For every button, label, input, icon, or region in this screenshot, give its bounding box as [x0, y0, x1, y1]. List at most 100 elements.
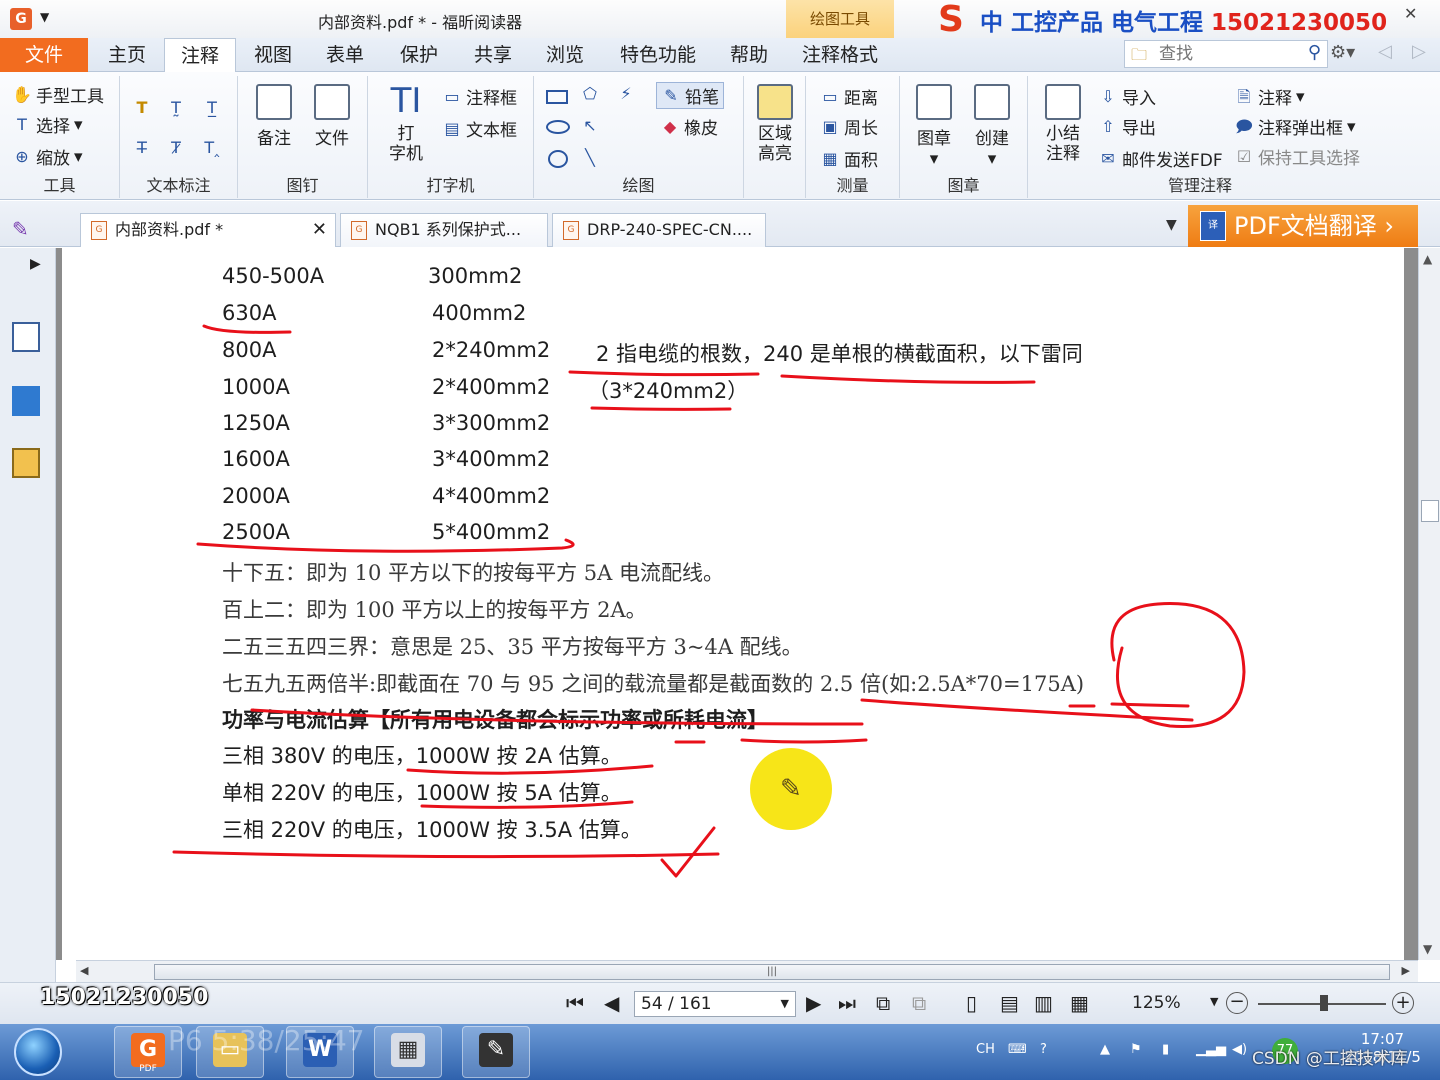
last-page-icon[interactable]: ⏭	[838, 991, 856, 1015]
keep-tool-selected-checkbox[interactable]: ☑ 保持工具选择	[1234, 144, 1360, 170]
horizontal-scrollbar[interactable]: ◀ ||| ▶	[76, 960, 1418, 982]
document-viewport[interactable]: 450-500A 300mm2 630A 400mm2 800A 2*240mm…	[56, 248, 1418, 960]
distance-button[interactable]: ▭ 距离	[820, 84, 878, 110]
textbox-button[interactable]: ▤ 文本框	[442, 116, 517, 142]
search-icon[interactable]: ⚲	[1308, 42, 1321, 63]
search-box[interactable]: 🗀 ⚲	[1124, 40, 1328, 68]
expand-pane-icon[interactable]: ▶	[30, 256, 41, 272]
tray-expand-icon[interactable]: ▲	[1100, 1042, 1110, 1057]
flag-icon[interactable]: ⚑	[1130, 1042, 1142, 1057]
help-icon[interactable]: ?	[1040, 1042, 1047, 1057]
oval-tool-icon[interactable]	[546, 120, 570, 134]
vertical-scroll-thumb[interactable]	[1421, 500, 1439, 522]
tray-language[interactable]: CH	[976, 1042, 995, 1057]
foxit-app-icon[interactable]: G	[10, 8, 32, 30]
tabs-dropdown-icon[interactable]: ▼	[1166, 217, 1177, 233]
context-tab-drawing-tools[interactable]: 绘图工具	[786, 0, 894, 38]
prev-page-icon[interactable]: ◀	[604, 991, 619, 1015]
next-view-icon[interactable]: ⧉	[912, 991, 926, 1015]
volume-icon[interactable]: ◀)	[1232, 1042, 1247, 1057]
zoom-slider-knob[interactable]	[1320, 995, 1328, 1011]
search-input[interactable]	[1159, 44, 1299, 64]
tab-form[interactable]: 表单	[314, 38, 376, 72]
stamp-button[interactable]: 图章 ▾	[912, 84, 956, 169]
note-button[interactable]: 备注	[252, 84, 296, 149]
scroll-down-icon[interactable]: ▼	[1423, 942, 1432, 956]
facing-icon[interactable]: ▥	[1034, 991, 1053, 1015]
doc-tab-drp240[interactable]: G DRP-240-SPEC-CN....	[552, 213, 766, 247]
taskbar-calculator[interactable]: ▦	[374, 1026, 442, 1078]
squiggly-text-button[interactable]: T̰	[166, 98, 186, 118]
continuous-facing-icon[interactable]: ▦	[1070, 991, 1089, 1015]
tab-file[interactable]: 文件	[0, 38, 88, 72]
close-icon[interactable]: ✕	[1404, 4, 1417, 23]
keyboard-icon[interactable]: ⌨	[1008, 1042, 1027, 1057]
comments-dropdown[interactable]: 🗎 注释 ▾	[1234, 84, 1305, 110]
previous-view-icon[interactable]: ⧉	[876, 991, 890, 1015]
circle-tool-icon[interactable]	[548, 150, 568, 168]
zoom-dropdown-icon[interactable]: ▼	[1210, 995, 1218, 1008]
tab-view[interactable]: 视图	[242, 38, 304, 72]
tab-protect[interactable]: 保护	[388, 38, 450, 72]
insert-text-button[interactable]: T‸	[202, 138, 222, 158]
hand-tool-button[interactable]: ✋ 手型工具	[12, 82, 104, 108]
file-attach-button[interactable]: 文件	[310, 84, 354, 149]
rectangle-tool-icon[interactable]	[546, 90, 568, 104]
tab-comment[interactable]: 注释	[164, 38, 236, 73]
comments-panel-icon[interactable]	[12, 448, 40, 478]
battery-icon[interactable]: ▮	[1162, 1042, 1169, 1057]
callout-button[interactable]: ▭ 注释框	[442, 84, 517, 110]
scroll-up-icon[interactable]: ▲	[1423, 252, 1432, 266]
import-button[interactable]: ⇩ 导入	[1098, 84, 1156, 110]
tab-comment-format[interactable]: 注释格式	[788, 38, 892, 72]
next-page-icon[interactable]: ▶	[806, 991, 821, 1015]
tab-home[interactable]: 主页	[96, 38, 158, 72]
zoom-tool-button[interactable]: ⊕ 缩放 ▾	[12, 144, 82, 170]
tab-share[interactable]: 共享	[462, 38, 524, 72]
pages-panel-icon[interactable]	[12, 322, 40, 352]
replace-text-button[interactable]: T̷	[166, 138, 186, 158]
tab-features[interactable]: 特色功能	[606, 38, 710, 72]
page-number-field[interactable]: 54 / 161 ▼	[634, 991, 796, 1017]
close-tab-icon[interactable]: ✕	[312, 214, 327, 246]
popup-notes-dropdown[interactable]: 🗩 注释弹出框 ▾	[1234, 114, 1355, 140]
tab-help[interactable]: 帮助	[718, 38, 780, 72]
area-highlight-button[interactable]: 区域 高亮	[752, 84, 798, 164]
doc-tab-internal[interactable]: G 内部资料.pdf * ✕	[80, 213, 336, 247]
polyline-tool-button[interactable]: ⚡	[616, 84, 636, 104]
quick-access-dropdown-icon[interactable]: ▼	[40, 10, 49, 24]
underline-text-button[interactable]: T̲	[202, 98, 222, 118]
email-fdf-button[interactable]: ✉ 邮件发送FDF	[1098, 146, 1222, 172]
scroll-right-icon[interactable]: ▶	[1402, 964, 1410, 977]
zoom-out-icon[interactable]: −	[1226, 992, 1248, 1014]
foxit-logo-icon[interactable]: ✎	[12, 217, 36, 241]
perimeter-button[interactable]: ▣ 周长	[820, 114, 878, 140]
forward-arrow-icon[interactable]: ▷	[1412, 41, 1426, 62]
polygon-tool-button[interactable]: ⬠	[580, 84, 600, 104]
zoom-in-icon[interactable]: +	[1392, 992, 1414, 1014]
arrow-tool-button[interactable]: ↖	[580, 116, 600, 136]
highlight-text-button[interactable]: T	[132, 98, 152, 118]
pdf-translate-button[interactable]: 译 PDF文档翻译 ›	[1188, 205, 1418, 247]
export-button[interactable]: ⇧ 导出	[1098, 114, 1156, 140]
page-dropdown-icon[interactable]: ▼	[781, 992, 789, 1016]
eraser-button[interactable]: ◆ 橡皮	[660, 114, 718, 140]
doc-tab-nqb1[interactable]: G NQB1 系列保护式...	[340, 213, 548, 247]
line-tool-button[interactable]: ╲	[580, 148, 600, 168]
pencil-button[interactable]: ✎ 铅笔	[656, 82, 724, 109]
continuous-icon[interactable]: ▤	[1000, 991, 1019, 1015]
taskbar-app[interactable]: ✎	[462, 1026, 530, 1078]
summarize-comments-button[interactable]: 小结 注释	[1040, 84, 1086, 164]
horizontal-scroll-thumb[interactable]: |||	[154, 964, 1390, 980]
single-page-icon[interactable]: ▯	[966, 991, 977, 1015]
gear-icon[interactable]: ⚙▾	[1330, 42, 1355, 63]
strikeout-text-button[interactable]: T̶	[132, 138, 152, 158]
vertical-scrollbar[interactable]: ▲ ▼	[1418, 248, 1440, 960]
start-button[interactable]	[14, 1028, 62, 1076]
select-tool-button[interactable]: T 选择 ▾	[12, 112, 82, 138]
typewriter-button[interactable]: TI 打 字机	[382, 84, 430, 164]
scroll-left-icon[interactable]: ◀	[80, 964, 88, 977]
pdf-page[interactable]: 450-500A 300mm2 630A 400mm2 800A 2*240mm…	[62, 248, 1404, 960]
tab-browse[interactable]: 浏览	[534, 38, 596, 72]
back-arrow-icon[interactable]: ◁	[1378, 41, 1392, 62]
